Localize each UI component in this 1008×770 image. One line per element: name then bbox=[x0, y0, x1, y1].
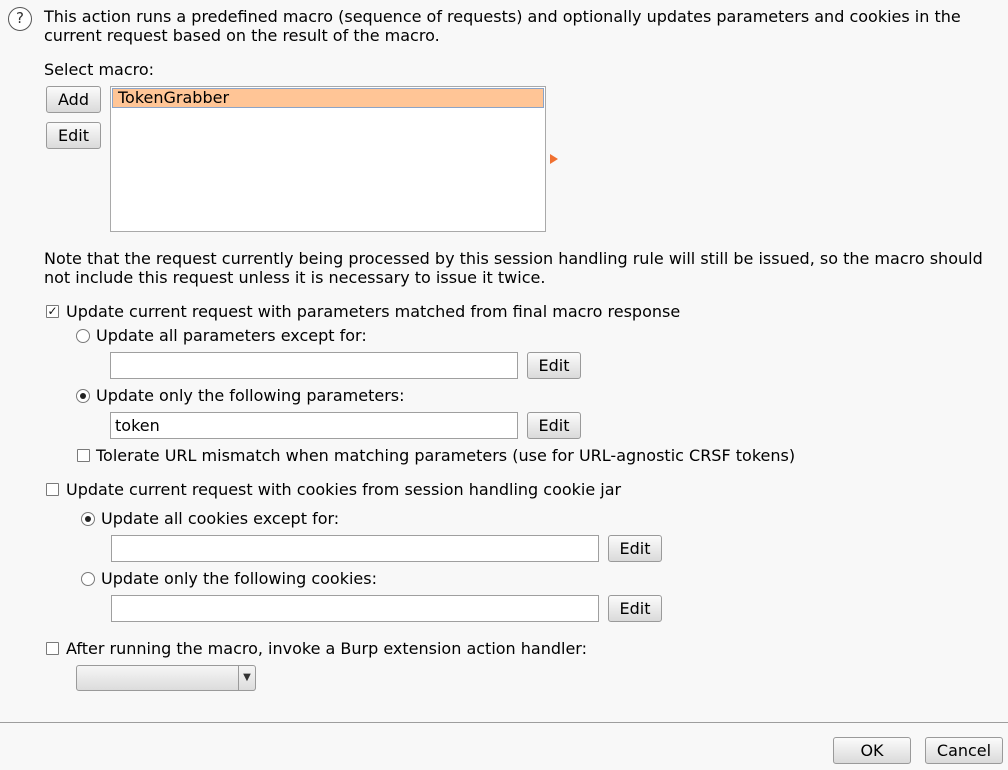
cancel-button[interactable]: Cancel bbox=[925, 737, 1003, 764]
chevron-down-icon: ▼ bbox=[238, 666, 255, 690]
edit-params-except-button[interactable]: Edit bbox=[527, 352, 581, 379]
invoke-extension-checkbox[interactable] bbox=[46, 642, 59, 655]
cookies-only-field[interactable] bbox=[111, 595, 599, 622]
note-line-1: Note that the request currently being pr… bbox=[44, 249, 983, 268]
footer-divider bbox=[0, 722, 1008, 723]
update-only-cookies-radio[interactable] bbox=[81, 572, 95, 586]
tolerate-url-mismatch-checkbox[interactable] bbox=[77, 449, 90, 462]
update-cookies-label: Update current request with cookies from… bbox=[66, 480, 622, 499]
update-all-params-except-label: Update all parameters except for: bbox=[96, 326, 367, 345]
update-all-cookies-except-label: Update all cookies except for: bbox=[101, 509, 340, 528]
add-macro-button[interactable]: Add bbox=[46, 86, 101, 113]
update-only-cookies-label: Update only the following cookies: bbox=[101, 569, 377, 588]
check-icon: ✓ bbox=[47, 304, 58, 318]
ok-button[interactable]: OK bbox=[833, 737, 911, 764]
update-only-params-label: Update only the following parameters: bbox=[96, 386, 405, 405]
cookies-except-field[interactable] bbox=[111, 535, 599, 562]
help-icon[interactable]: ? bbox=[8, 7, 32, 31]
update-cookies-checkbox[interactable] bbox=[46, 483, 59, 496]
edit-cookies-only-button[interactable]: Edit bbox=[608, 595, 662, 622]
macro-list-item-selected[interactable]: TokenGrabber bbox=[112, 88, 544, 108]
edit-macro-button[interactable]: Edit bbox=[46, 122, 101, 149]
update-params-label: Update current request with parameters m… bbox=[66, 302, 681, 321]
update-all-cookies-except-radio[interactable] bbox=[81, 512, 95, 526]
update-all-params-except-radio[interactable] bbox=[76, 329, 90, 343]
tolerate-url-mismatch-label: Tolerate URL mismatch when matching para… bbox=[96, 446, 796, 465]
update-params-checkbox[interactable]: ✓ bbox=[46, 305, 59, 318]
edit-params-only-button[interactable]: Edit bbox=[527, 412, 581, 439]
note-line-2: not include this request unless it is ne… bbox=[44, 268, 546, 287]
extension-handler-select[interactable]: ▼ bbox=[76, 665, 256, 691]
select-macro-label: Select macro: bbox=[44, 60, 155, 79]
params-only-field[interactable]: token bbox=[110, 412, 518, 439]
params-except-field[interactable] bbox=[110, 352, 518, 379]
description-line-1: This action runs a predefined macro (seq… bbox=[44, 7, 961, 26]
description-line-2: current request based on the result of t… bbox=[44, 26, 440, 45]
update-only-params-radio[interactable] bbox=[76, 389, 90, 403]
resize-marker-icon bbox=[550, 154, 558, 164]
invoke-extension-label: After running the macro, invoke a Burp e… bbox=[66, 639, 587, 658]
macro-list[interactable]: TokenGrabber bbox=[110, 86, 546, 232]
edit-cookies-except-button[interactable]: Edit bbox=[608, 535, 662, 562]
